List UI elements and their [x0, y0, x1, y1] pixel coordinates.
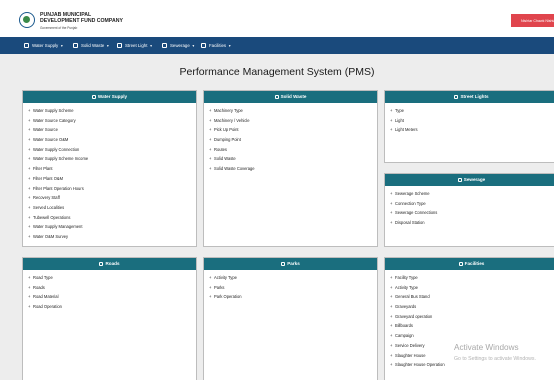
- nav-street-light[interactable]: Street Light ▼: [117, 37, 153, 54]
- faucet-icon: [24, 43, 29, 48]
- menu-link[interactable]: Activity Type: [390, 283, 554, 293]
- grid-icon: [201, 43, 206, 48]
- menu-link[interactable]: Light Meters: [390, 125, 554, 135]
- panel-title: Sewerage: [463, 177, 486, 182]
- app-header: PUNJAB MUNICIPAL DEVELOPMENT FUND COMPAN…: [0, 0, 554, 37]
- menu-link[interactable]: Recovery Staff: [28, 193, 196, 203]
- pmdfc-logo[interactable]: [19, 12, 35, 28]
- panel-header: Street Lights: [385, 91, 554, 103]
- menu-link[interactable]: Water Source: [28, 125, 196, 135]
- bulb-icon: [117, 43, 122, 48]
- faucet-icon: [91, 94, 96, 99]
- menu-link[interactable]: General Bus Stand: [390, 292, 554, 302]
- tree-icon: [281, 261, 286, 266]
- chevron-down-icon: ▼: [60, 44, 64, 48]
- menu-link[interactable]: Water Source Category: [28, 116, 196, 126]
- menu-link[interactable]: Park Operation: [209, 292, 377, 302]
- menu-link[interactable]: Parks: [209, 283, 377, 293]
- panel-sewerage: Sewerage Sewerage Scheme Connection Type…: [384, 173, 554, 247]
- chevron-down-icon: ▼: [106, 44, 110, 48]
- pipe-icon: [162, 43, 167, 48]
- org-subtitle: Government of the Punjab: [40, 26, 78, 30]
- menu-link[interactable]: Roads: [28, 283, 196, 293]
- panel-header: Water Supply: [23, 91, 196, 103]
- grid-icon: [458, 261, 463, 266]
- nav-sewerage[interactable]: Sewerage ▼: [162, 37, 195, 54]
- menu-link[interactable]: Filter Plant Operation Hours: [28, 184, 196, 194]
- menu-link[interactable]: Machinery / Vehicle: [209, 116, 377, 126]
- panel-solid-waste: Solid Waste Machinery Type Machinery / V…: [203, 90, 378, 247]
- menu-link[interactable]: Campaign: [390, 331, 554, 341]
- menu-link[interactable]: Routes: [209, 145, 377, 155]
- recycle-icon: [73, 43, 78, 48]
- org-title: PUNJAB MUNICIPAL DEVELOPMENT FUND COMPAN…: [40, 12, 123, 25]
- menu-link[interactable]: Disposal Station: [390, 218, 554, 228]
- nav-label: Street Light: [125, 43, 148, 48]
- menu-link[interactable]: Billboards: [390, 321, 554, 331]
- menu-link[interactable]: Water Source O&M: [28, 135, 196, 145]
- activate-windows-subtext: Go to Settings to activate Windows.: [454, 356, 536, 362]
- nav-label: Solid Waste: [81, 43, 105, 48]
- pipe-icon: [457, 177, 462, 182]
- activate-windows-watermark: Activate Windows: [454, 343, 519, 352]
- menu-link[interactable]: Type: [390, 106, 554, 116]
- menu-link[interactable]: Tubewell Operations: [28, 213, 196, 223]
- recycle-icon: [274, 94, 279, 99]
- panel-title: Facilities: [464, 261, 485, 266]
- panel-water-supply: Water Supply Water Supply Scheme Water S…: [22, 90, 197, 247]
- page-title: Performance Management System (PMS): [179, 66, 375, 78]
- main-navbar: Water Supply ▼ Solid Waste ▼ Street Light ▼…: [0, 37, 554, 54]
- nav-label: Sewerage: [170, 43, 190, 48]
- menu-link[interactable]: Activity Type: [209, 273, 377, 283]
- user-menu-button[interactable]: Nishtar Chawk Nishtar: [511, 14, 554, 27]
- panel-header: Sewerage: [385, 174, 554, 186]
- menu-link[interactable]: Connection Type: [390, 199, 554, 209]
- menu-link[interactable]: Pick Up Point: [209, 125, 377, 135]
- panel-header: Facilities: [385, 258, 554, 270]
- menu-link[interactable]: Dumping Point: [209, 135, 377, 145]
- panel-header: Solid Waste: [204, 91, 377, 103]
- bulb-icon: [454, 94, 459, 99]
- menu-link[interactable]: Graveyards: [390, 302, 554, 312]
- panel-roads: Roads Road Type Roads Road Material Road…: [22, 257, 197, 380]
- menu-link[interactable]: Filter Plant O&M: [28, 174, 196, 184]
- menu-link[interactable]: Filter Plant: [28, 164, 196, 174]
- nav-label: Facilities: [209, 43, 227, 48]
- nav-label: Water Supply: [32, 43, 59, 48]
- road-icon: [99, 261, 104, 266]
- menu-link[interactable]: Water O&M Survey: [28, 232, 196, 242]
- menu-link[interactable]: Water Supply Management: [28, 222, 196, 232]
- menu-link[interactable]: Solid Waste Coverage: [209, 164, 377, 174]
- panel-title: Water Supply: [97, 94, 128, 99]
- menu-link[interactable]: Light: [390, 116, 554, 126]
- menu-link[interactable]: Water Supply Connection: [28, 145, 196, 155]
- panel-title: Street Lights: [460, 94, 489, 99]
- panel-header: Roads: [23, 258, 196, 270]
- menu-link[interactable]: Water Supply Scheme: [28, 106, 196, 116]
- menu-link[interactable]: Sewerage Connections: [390, 208, 554, 218]
- panel-title: Solid Waste: [280, 94, 307, 99]
- panel-header: Parks: [204, 258, 377, 270]
- menu-link[interactable]: Road Type: [28, 273, 196, 283]
- menu-link[interactable]: Served Localities: [28, 203, 196, 213]
- menu-link[interactable]: Solid Waste: [209, 154, 377, 164]
- panel-title: Parks: [287, 261, 300, 266]
- menu-link[interactable]: Machinery Type: [209, 106, 377, 116]
- chevron-down-icon: ▼: [149, 44, 153, 48]
- chevron-down-icon: ▼: [228, 44, 232, 48]
- nav-solid-waste[interactable]: Solid Waste ▼: [73, 37, 109, 54]
- panel-title: Roads: [105, 261, 120, 266]
- menu-link[interactable]: Water Supply Scheme Income: [28, 154, 196, 164]
- chevron-down-icon: ▼: [191, 44, 195, 48]
- menu-link[interactable]: Facility Type: [390, 273, 554, 283]
- menu-link[interactable]: Road Operation: [28, 302, 196, 312]
- menu-link[interactable]: Sewerage Scheme: [390, 189, 554, 199]
- panel-parks: Parks Activity Type Parks Park Operation: [203, 257, 378, 380]
- panel-street-lights: Street Lights Type Light Light Meters: [384, 90, 554, 163]
- nav-water-supply[interactable]: Water Supply ▼: [24, 37, 63, 54]
- menu-link[interactable]: Road Material: [28, 292, 196, 302]
- menu-link[interactable]: Graveyard operation: [390, 312, 554, 322]
- nav-facilities[interactable]: Facilities ▼: [201, 37, 231, 54]
